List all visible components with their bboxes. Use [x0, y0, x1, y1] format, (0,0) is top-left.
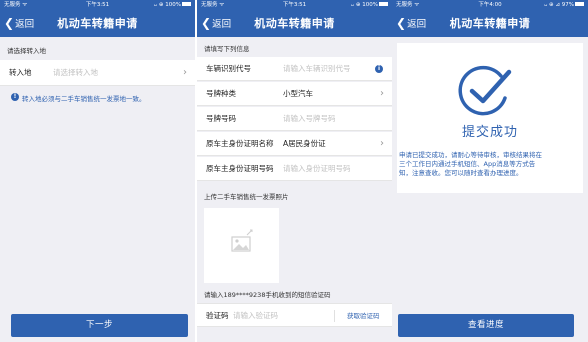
- success-message-line: 三个工作日内通过手机短信、App消息等方式告: [399, 160, 536, 168]
- next-step-button[interactable]: 下一步: [11, 314, 188, 337]
- destination-select-row[interactable]: 转入地 请选择转入地 ›: [0, 60, 195, 86]
- battery-icon: [575, 2, 584, 6]
- plate-type-value: 小型汽车: [283, 89, 313, 98]
- success-message-line: 知，注意查收。您可以随时查看办理进度。: [399, 169, 523, 177]
- id-type-label: 原车主身份证明名称: [206, 139, 274, 148]
- get-code-button[interactable]: 获取验证码: [347, 304, 380, 328]
- screen-fill-information: 无服务 ᯤ 下午3:51 ᴗ ⊕ 100% ❮返回 机动车转籍申请 请填写下列信…: [197, 0, 392, 342]
- back-chevron-icon: ❮: [396, 16, 407, 30]
- code-label: 验证码: [206, 311, 229, 320]
- back-button[interactable]: ❮返回: [4, 10, 34, 37]
- status-indicators: ᴗ ⊕ ⊿ 97%: [544, 0, 584, 10]
- success-title: 提交成功: [461, 125, 518, 140]
- id-type-value: A居民身份证: [283, 139, 326, 148]
- back-button[interactable]: ❮返回: [201, 10, 231, 37]
- navigation-bar: ❮返回 机动车转籍申请: [392, 10, 588, 37]
- plate-type-label: 号牌种类: [206, 89, 236, 98]
- vin-help-icon[interactable]: i: [375, 65, 383, 73]
- destination-placeholder: 请选择转入地: [53, 68, 98, 77]
- code-divider: [334, 310, 335, 322]
- battery-icon: [182, 2, 191, 6]
- battery-label: ᴗ ⊕ ⊿ 97%: [543, 2, 574, 8]
- id-number-label: 原车主身份证明号码: [206, 164, 274, 173]
- info-icon: !: [11, 93, 19, 101]
- destination-notice: 转入地必须与二手车销售统一发票地一致。: [22, 95, 146, 103]
- back-chevron-icon: ❮: [201, 16, 212, 30]
- vin-input-row[interactable]: 车辆识别代号 请输入车辆识别代号 i: [197, 57, 392, 81]
- back-label: 返回: [407, 19, 427, 30]
- screens-container: 无服务 ᯤ 下午3:51 ᴗ ⊕ 100% ❮返回 机动车转籍申请 请选择转入地…: [0, 0, 588, 342]
- chevron-right-icon: ›: [183, 67, 187, 78]
- id-number-input[interactable]: 请输入身份证明号码: [283, 157, 351, 181]
- id-number-row[interactable]: 原车主身份证明号码 请输入身份证明号码: [197, 157, 392, 181]
- chevron-right-icon: ›: [380, 88, 384, 99]
- back-label: 返回: [212, 19, 232, 30]
- image-placeholder-icon: [231, 229, 253, 252]
- code-input[interactable]: 请输入验证码: [233, 304, 278, 328]
- back-chevron-icon: ❮: [4, 16, 15, 30]
- section-label: 请填写下列信息: [204, 45, 250, 53]
- plate-number-label: 号牌号码: [206, 114, 236, 123]
- navigation-bar: ❮返回 机动车转籍申请: [197, 10, 392, 37]
- plate-type-select-row[interactable]: 号牌种类 小型汽车 ›: [197, 82, 392, 106]
- back-button[interactable]: ❮返回: [396, 10, 426, 37]
- status-indicators: ᴗ ⊕ 100%: [154, 0, 191, 10]
- battery-label: ᴗ ⊕ 100%: [153, 2, 181, 8]
- status-bar: 无服务 ᯤ 下午3:51 ᴗ ⊕ 100%: [197, 0, 392, 10]
- verification-code-row: 验证码 请输入验证码 获取验证码: [197, 303, 392, 327]
- vin-input[interactable]: 请输入车辆识别代号: [283, 57, 351, 81]
- vin-label: 车辆识别代号: [206, 64, 251, 73]
- success-message-line: 申请已提交成功，请耐心等待审核，审核结果将在: [399, 151, 542, 159]
- upload-label: 上传二手车销售统一发票照片: [204, 193, 289, 201]
- checkmark-circle-icon: [458, 65, 512, 116]
- chevron-right-icon: ›: [380, 138, 384, 149]
- invoice-photo-upload[interactable]: [204, 208, 279, 283]
- screen-submit-success: 无服务 ᯤ 下午4:00 ᴗ ⊕ ⊿ 97% ❮返回 机动车转籍申请 提交成功 …: [392, 0, 588, 342]
- battery-icon: [379, 2, 388, 6]
- success-message: 申请已提交成功，请耐心等待审核，审核结果将在 三个工作日内通过手机短信、App消…: [399, 151, 583, 178]
- battery-label: ᴗ ⊕ 100%: [350, 2, 378, 8]
- status-bar: 无服务 ᯤ 下午4:00 ᴗ ⊕ ⊿ 97%: [392, 0, 588, 10]
- back-label: 返回: [15, 19, 35, 30]
- destination-label: 转入地: [9, 68, 32, 77]
- sms-hint: 请输入189****9238手机收到的短信验证码: [204, 291, 331, 299]
- status-bar: 无服务 ᯤ 下午3:51 ᴗ ⊕ 100%: [0, 0, 195, 10]
- view-progress-button[interactable]: 查看进度: [398, 314, 574, 337]
- section-label: 请选择转入地: [7, 47, 46, 55]
- plate-number-input[interactable]: 请输入号牌号码: [283, 107, 336, 131]
- screen-select-destination: 无服务 ᯤ 下午3:51 ᴗ ⊕ 100% ❮返回 机动车转籍申请 请选择转入地…: [0, 0, 195, 342]
- plate-number-row[interactable]: 号牌号码 请输入号牌号码: [197, 107, 392, 131]
- status-indicators: ᴗ ⊕ 100%: [351, 0, 388, 10]
- id-type-select-row[interactable]: 原车主身份证明名称 A居民身份证 ›: [197, 132, 392, 156]
- navigation-bar: ❮返回 机动车转籍申请: [0, 10, 195, 37]
